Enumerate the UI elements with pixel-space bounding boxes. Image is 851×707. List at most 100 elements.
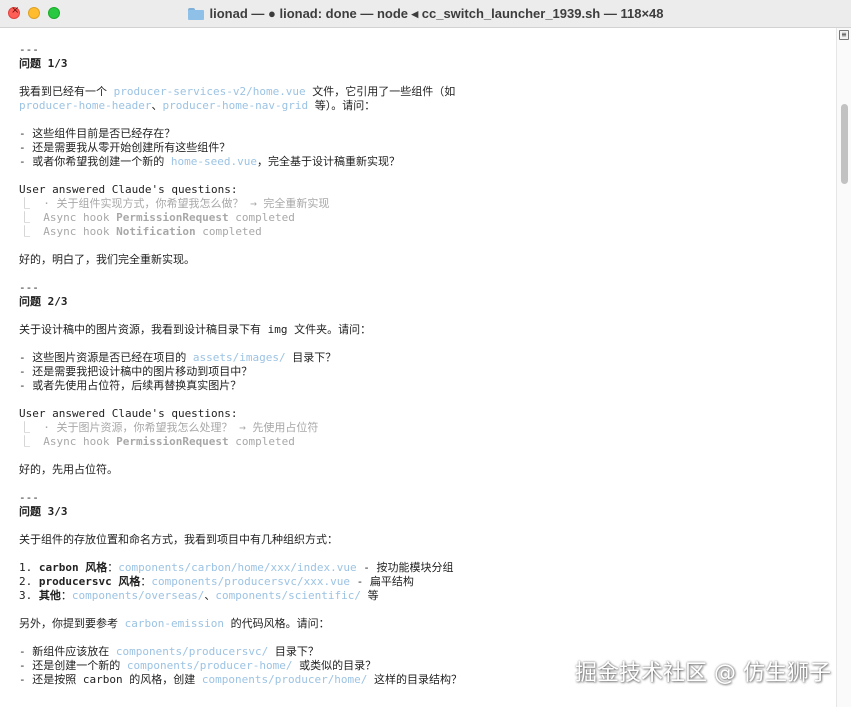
file-path: components/scientific/ [215, 589, 362, 602]
line-text: - 或者你希望我创建一个新的 [19, 155, 171, 168]
line-text: --- [19, 43, 39, 56]
scrollbar-thumb[interactable] [841, 104, 848, 184]
title-bar: × lionad — ● lionad: done — node ◂ cc_sw… [0, 0, 851, 28]
dim-text: ⎿ Async hook [19, 211, 117, 224]
line-text: - 按功能模块分组 [356, 561, 454, 574]
line-text: producersvc 风格 [38, 575, 141, 588]
line-text: - 新组件应该放在 [19, 645, 116, 658]
terminal-line: User answered Claude's questions: [19, 183, 836, 197]
terminal-line: 问题 1/3 [19, 57, 836, 71]
terminal-line: 1. carbon 风格：components/carbon/home/xxx/… [19, 561, 836, 575]
terminal-line: --- [19, 491, 836, 505]
line-text: 问题 3/3 [19, 505, 68, 518]
file-path: producer-home-nav-grid [162, 99, 309, 112]
dim-text: ⎿ Async hook [19, 225, 117, 238]
line-text: User answered Claude's questions: [19, 407, 238, 420]
terminal-line: ⎿ Async hook PermissionRequest completed [19, 211, 836, 225]
terminal-line: 2. producersvc 风格：components/producersvc… [19, 575, 836, 589]
terminal-line: ⎿ Async hook Notification completed [19, 225, 836, 239]
line-text: carbon 风格 [38, 561, 108, 574]
terminal-line: 好的，先用占位符。 [19, 463, 836, 477]
line-text: 、 [204, 589, 216, 602]
line-text: 1. [19, 561, 39, 574]
line-text: 等）。请问： [308, 99, 376, 112]
dim-text: completed [228, 211, 295, 224]
file-path: components/producersvc/xxx.vue [151, 575, 351, 588]
line-text: ，完全基于设计稿重新实现？ [256, 155, 400, 168]
line-text: ： [60, 589, 72, 602]
line-text: 问题 1/3 [19, 57, 68, 70]
line-text: ： [107, 561, 119, 574]
file-path: components/producer/home/ [201, 673, 368, 686]
terminal-line: ⎿ · 关于图片资源，你希望我怎么处理？ → 先使用占位符 [19, 421, 836, 435]
terminal-line: User answered Claude's questions: [19, 407, 836, 421]
dim-text: ⎿ Async hook [19, 435, 117, 448]
folder-icon [187, 8, 204, 20]
window-title: lionad — ● lionad: done — node ◂ cc_swit… [209, 6, 664, 21]
file-path: carbon-emission [124, 617, 224, 630]
file-path: producer-services-v2/home.vue [113, 85, 306, 98]
line-text: - 还是需要我从零开始创建所有这些组件？ [19, 141, 231, 154]
terminal-line: ⎿ Async hook PermissionRequest completed [19, 435, 836, 449]
line-text: 或类似的目录？ [292, 659, 377, 672]
terminal-line: 3. 其他：components/overseas/、components/sc… [19, 589, 836, 603]
file-path: assets/images/ [192, 351, 286, 364]
terminal-line: ⎿ · 关于组件实现方式，你希望我怎么做？ → 完全重新实现 [19, 197, 836, 211]
line-text: 问题 2/3 [19, 295, 68, 308]
split-pane-icon[interactable]: ≡ [839, 30, 849, 40]
dim-text: ⎿ · 关于图片资源，你希望我怎么处理？ → 先使用占位符 [19, 421, 319, 434]
line-text: 、 [151, 99, 163, 112]
line-text: - 扁平结构 [350, 575, 414, 588]
line-text: 2. [19, 575, 39, 588]
file-path: producer-home-header [19, 99, 152, 112]
vertical-scrollbar[interactable]: ≡ [836, 28, 851, 707]
line-text: 目录下？ [285, 351, 337, 364]
line-text: 的代码风格。请问： [223, 617, 330, 630]
line-text: ： [140, 575, 152, 588]
terminal-output[interactable]: --- 问题 1/3 我看到已经有一个 producer-services-v2/h… [0, 28, 836, 707]
line-text: - 还是需要我把设计稿中的图片移动到项目中？ [19, 365, 253, 378]
terminal-line: - 这些图片资源是否已经在项目的 assets/images/ 目录下？ [19, 351, 836, 365]
line-text: User answered Claude's questions: [19, 183, 238, 196]
terminal-line: 关于组件的存放位置和命名方式，我看到项目中有几种组织方式： [19, 533, 836, 547]
line-text: 目录下？ [268, 645, 319, 658]
line-text: --- [19, 491, 39, 504]
dim-text: PermissionRequest [116, 435, 229, 448]
line-text: 好的，明白了，我们完全重新实现。 [19, 253, 195, 266]
line-text: 关于组件的存放位置和命名方式，我看到项目中有几种组织方式： [19, 533, 338, 546]
line-text: 另外，你提到要参考 [19, 617, 125, 630]
file-path: components/overseas/ [71, 589, 205, 602]
watermark: 掘金技术社区 @ 仿生狮子 [575, 661, 831, 686]
dim-text: ⎿ · 关于组件实现方式，你希望我怎么做？ → 完全重新实现 [19, 197, 330, 210]
line-text: 关于设计稿中的图片资源，我看到设计稿目录下有 img 文件夹。请问： [19, 323, 372, 336]
line-text: 其他 [38, 589, 61, 602]
terminal-line: - 或者你希望我创建一个新的 home-seed.vue，完全基于设计稿重新实现… [19, 155, 836, 169]
terminal-line: - 还是需要我从零开始创建所有这些组件？ [19, 141, 836, 155]
file-path: components/carbon/home/xxx/index.vue [118, 561, 357, 574]
line-text: - 或者先使用占位符，后续再替换真实图片？ [19, 379, 242, 392]
line-text: 好的，先用占位符。 [19, 463, 118, 476]
terminal-line: - 这些组件目前是否已经存在？ [19, 127, 836, 141]
terminal-line: 另外，你提到要参考 carbon-emission 的代码风格。请问： [19, 617, 836, 631]
line-text: - 还是创建一个新的 [19, 659, 127, 672]
dim-text: completed [228, 435, 295, 448]
terminal-line: 问题 3/3 [19, 505, 836, 519]
line-text: - 这些图片资源是否已经在项目的 [19, 351, 193, 364]
terminal-line: - 或者先使用占位符，后续再替换真实图片？ [19, 379, 836, 393]
file-path: components/producersvc/ [115, 645, 269, 658]
line-text: --- [19, 281, 39, 294]
window-title-wrap: lionad — ● lionad: done — node ◂ cc_swit… [0, 0, 851, 28]
